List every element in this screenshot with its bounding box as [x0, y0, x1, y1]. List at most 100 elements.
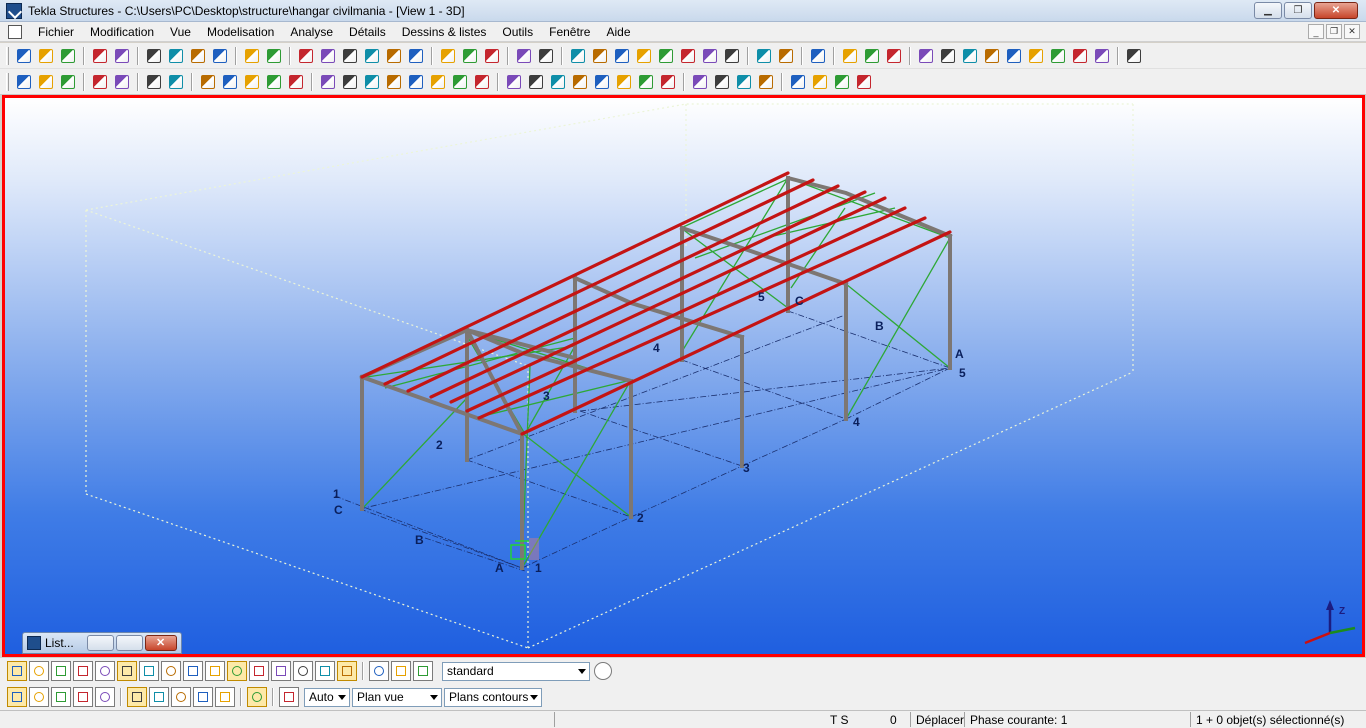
- zoom-out-icon[interactable]: [39, 74, 53, 89]
- inquire3-icon[interactable]: [639, 74, 653, 89]
- select-grid-sb-icon[interactable]: [95, 661, 115, 681]
- snap-cross-icon[interactable]: [387, 74, 401, 89]
- snap-center-icon[interactable]: [475, 74, 489, 89]
- select-surface-icon[interactable]: [245, 74, 259, 89]
- select-surfaces-sb-icon[interactable]: [51, 661, 71, 681]
- view-props-icon[interactable]: [169, 74, 183, 89]
- list-window-restore-button[interactable]: [87, 635, 114, 651]
- numbering-icon[interactable]: [213, 48, 227, 63]
- redo-icon[interactable]: [115, 48, 129, 63]
- toolbar-grip[interactable]: [6, 46, 9, 65]
- drawing-icon[interactable]: [409, 48, 423, 63]
- list-window-maximize-button[interactable]: [116, 635, 143, 651]
- select-welds-sb-icon[interactable]: [139, 661, 159, 681]
- zoom-original-icon[interactable]: [61, 74, 75, 89]
- snap-nearest-icon[interactable]: [193, 687, 213, 707]
- part-info-icon[interactable]: [539, 48, 553, 63]
- weld-icon[interactable]: [681, 48, 695, 63]
- snap-midpoint-icon[interactable]: [73, 687, 93, 707]
- measure-icon[interactable]: [637, 48, 651, 63]
- component-icon[interactable]: [463, 48, 477, 63]
- snap-line-sb-icon[interactable]: [215, 687, 235, 707]
- menu-aide[interactable]: Aide: [598, 22, 638, 42]
- globe-icon[interactable]: [811, 48, 825, 63]
- menu-details[interactable]: Détails: [341, 22, 394, 42]
- list-window-close-button[interactable]: [145, 635, 177, 651]
- red-slash-icon[interactable]: [813, 74, 827, 89]
- mdi-restore-button[interactable]: ❐: [1326, 24, 1342, 39]
- snap-line-icon[interactable]: [321, 74, 335, 89]
- view-list-icon[interactable]: [147, 74, 161, 89]
- select-all-icon[interactable]: [201, 74, 215, 89]
- inquire-icon[interactable]: [595, 74, 609, 89]
- rebar-icon[interactable]: [1073, 48, 1087, 63]
- document-icon[interactable]: [8, 24, 22, 39]
- red-bar-icon[interactable]: [791, 74, 805, 89]
- contours-select[interactable]: Plans contours: [444, 687, 542, 707]
- select-connection-sb-icon[interactable]: [249, 661, 269, 681]
- menu-modelisation[interactable]: Modelisation: [199, 22, 282, 42]
- snap-3d-icon[interactable]: [279, 687, 299, 707]
- cut-icon[interactable]: [299, 48, 313, 63]
- red-square-icon[interactable]: [835, 74, 849, 89]
- eraser-icon[interactable]: [857, 74, 871, 89]
- select-views-sb-icon[interactable]: [183, 661, 203, 681]
- wizard-icon[interactable]: [865, 48, 879, 63]
- component2-icon[interactable]: [485, 48, 499, 63]
- snap-any-icon[interactable]: [171, 687, 191, 707]
- report-icon[interactable]: [779, 48, 793, 63]
- cube-icon[interactable]: [759, 74, 773, 89]
- snap-geometry-icon[interactable]: [29, 687, 49, 707]
- 3d-view-viewport[interactable]: Z 1 C B A 1 2 2 3 3 4 4 5 5 A B C: [2, 95, 1365, 657]
- snap-perpendicular-icon[interactable]: [127, 687, 147, 707]
- plate-icon[interactable]: [1007, 48, 1021, 63]
- menu-modification[interactable]: Modification: [82, 22, 162, 42]
- binoculars-icon[interactable]: [693, 74, 707, 89]
- filter-icon[interactable]: [715, 74, 729, 89]
- snap-x-icon[interactable]: [409, 74, 423, 89]
- selection-filter-select[interactable]: standard: [442, 661, 590, 681]
- select-assembly-icon[interactable]: [267, 74, 281, 89]
- pick-icon[interactable]: [93, 74, 107, 89]
- copy-green-icon[interactable]: [725, 48, 739, 63]
- save-icon[interactable]: [61, 48, 75, 63]
- inquire4-icon[interactable]: [661, 74, 675, 89]
- snap-point-icon[interactable]: [343, 74, 357, 89]
- window-icon[interactable]: [267, 48, 281, 63]
- view-plane-select[interactable]: Plan vue: [352, 687, 442, 707]
- arrow-icon[interactable]: [441, 48, 455, 63]
- polybeam-icon[interactable]: [985, 48, 999, 63]
- snap-plane-icon[interactable]: [247, 687, 267, 707]
- clip-icon[interactable]: [115, 74, 129, 89]
- window-titlebar[interactable]: Tekla Structures - C:\Users\PC\Desktop\s…: [0, 0, 1366, 22]
- select-objects-sb-icon[interactable]: [315, 661, 335, 681]
- bolt-icon[interactable]: [659, 48, 673, 63]
- menu-outils[interactable]: Outils: [494, 22, 541, 42]
- view-icon[interactable]: [245, 48, 259, 63]
- minimize-button[interactable]: ▁: [1254, 2, 1282, 19]
- beam-icon[interactable]: [919, 48, 933, 63]
- column-icon[interactable]: [941, 48, 955, 63]
- mdi-close-button[interactable]: ✕: [1344, 24, 1360, 39]
- duplicate-icon[interactable]: [703, 48, 717, 63]
- select-details-sb-icon[interactable]: [271, 661, 291, 681]
- filter-settings-icon[interactable]: [594, 662, 612, 680]
- snap-intersection-icon[interactable]: [95, 687, 115, 707]
- print-icon[interactable]: [191, 48, 205, 63]
- list-window-minimized[interactable]: List...: [22, 632, 182, 654]
- tree-icon[interactable]: [737, 74, 751, 89]
- panel-icon[interactable]: [1051, 48, 1065, 63]
- menu-fenetre[interactable]: Fenêtre: [541, 22, 598, 42]
- menu-dessins-listes[interactable]: Dessins & listes: [394, 22, 495, 42]
- copy-icon[interactable]: [147, 48, 161, 63]
- query2-icon[interactable]: [529, 74, 543, 89]
- zoom-in-icon[interactable]: [17, 74, 31, 89]
- grid-icon[interactable]: [571, 48, 585, 63]
- pad-icon[interactable]: [1095, 48, 1109, 63]
- select-assemblies-sb-icon[interactable]: [293, 661, 313, 681]
- select-gridline-sb-icon[interactable]: [117, 661, 137, 681]
- query-icon[interactable]: [507, 74, 521, 89]
- clash-icon[interactable]: [551, 74, 565, 89]
- select-parts-icon[interactable]: [223, 74, 237, 89]
- select-dotted-sb-icon[interactable]: [413, 661, 433, 681]
